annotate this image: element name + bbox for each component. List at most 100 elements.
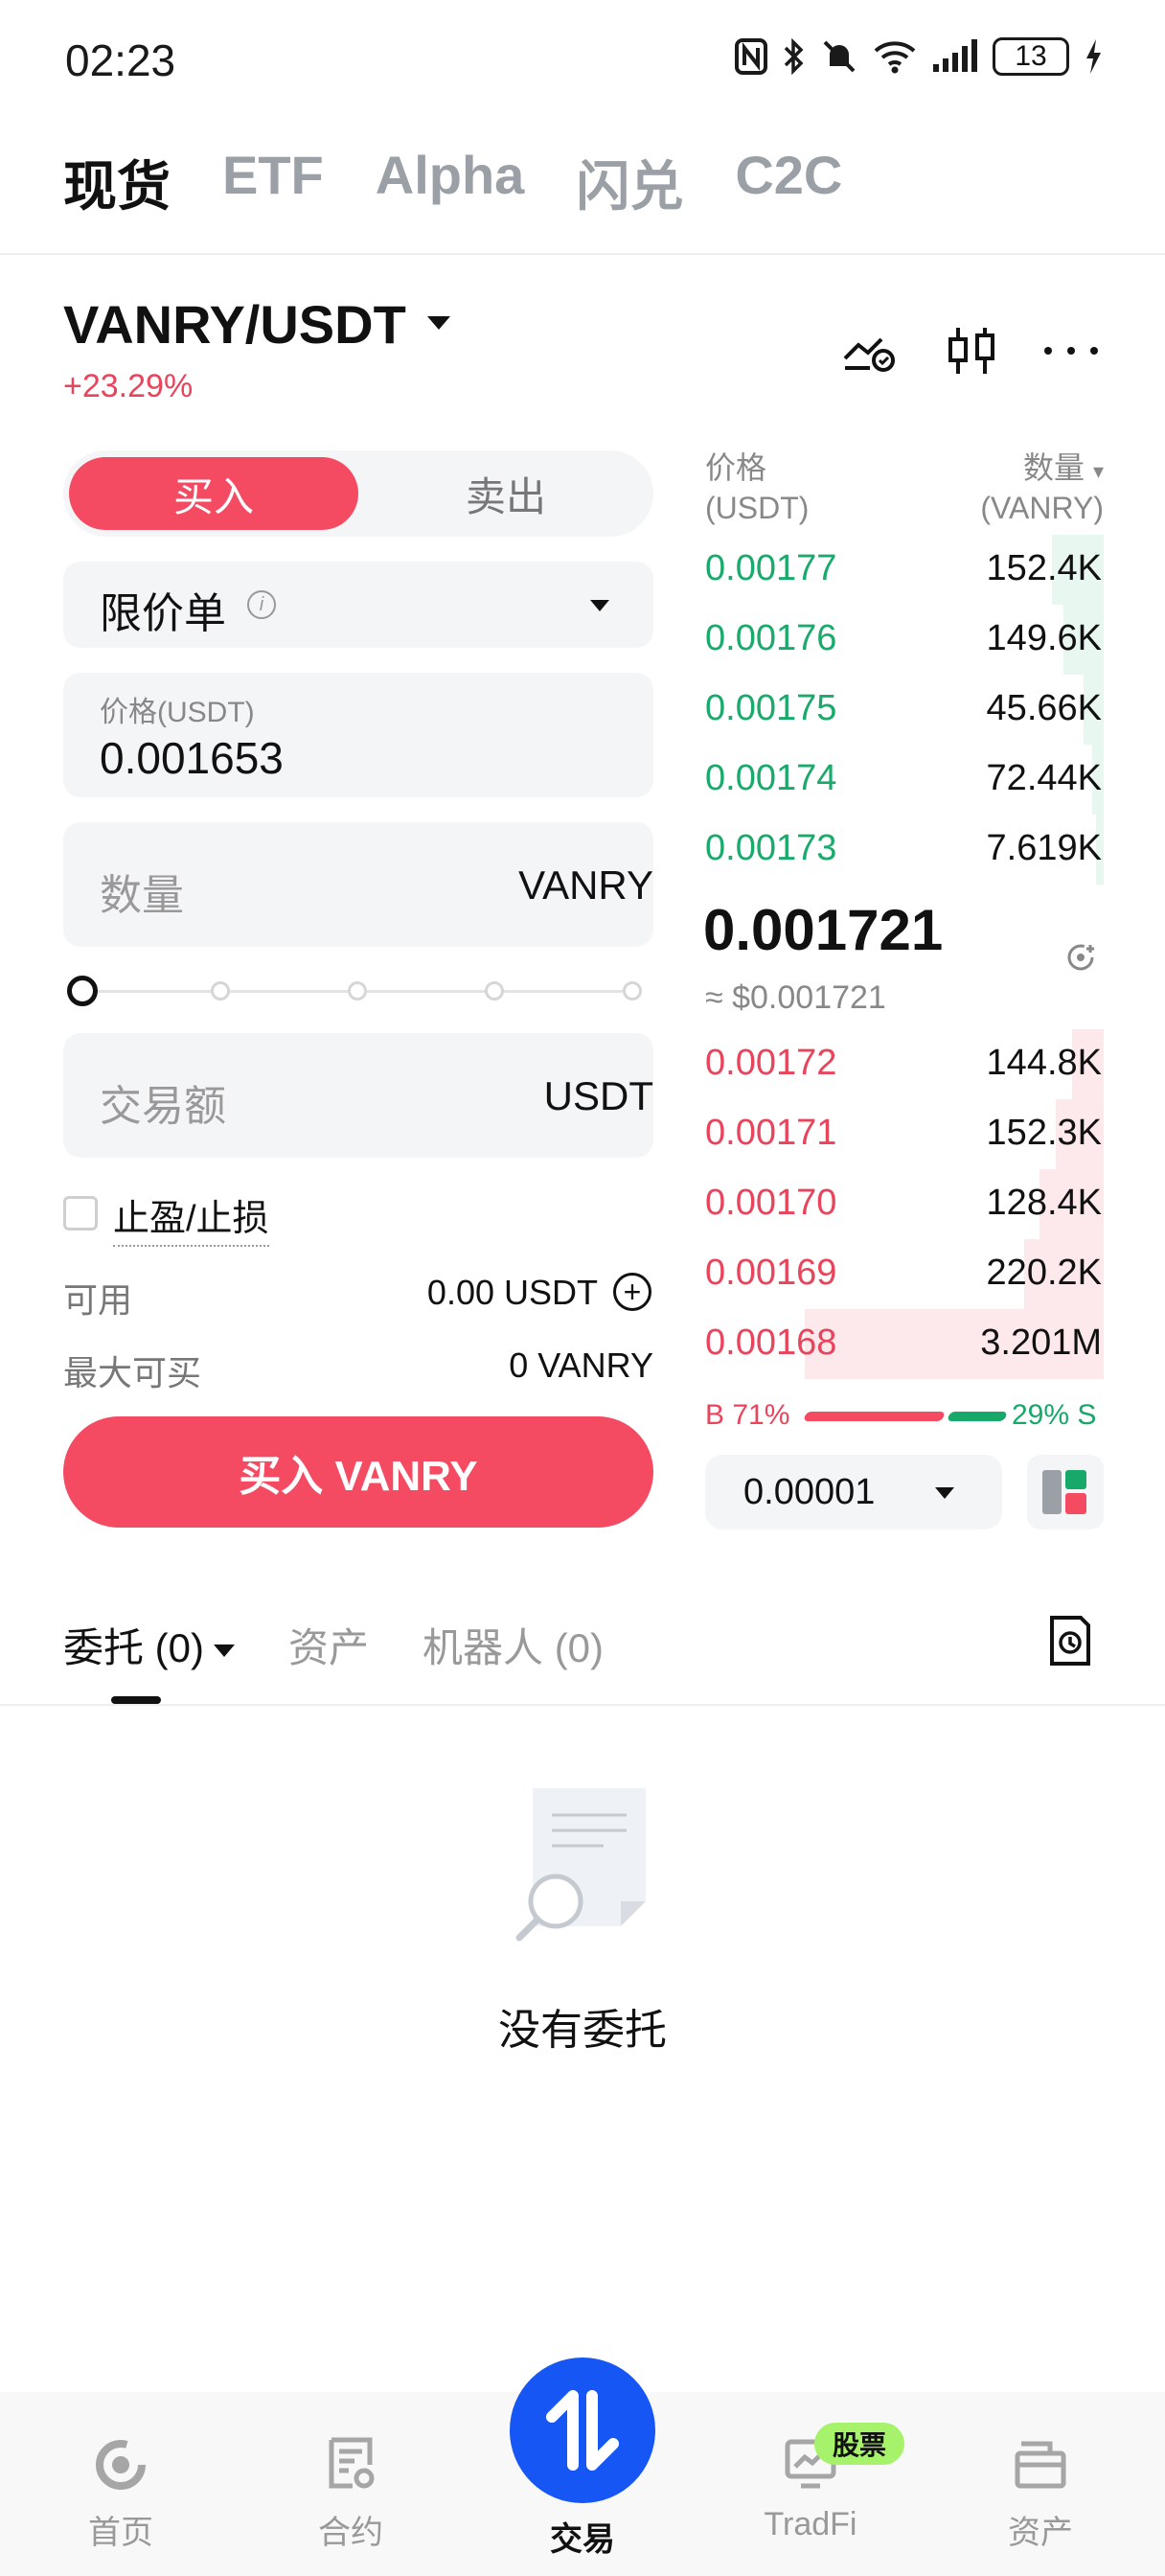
tpsl-label[interactable]: 止盈/止损	[113, 1188, 269, 1247]
mute-bell-icon	[823, 40, 856, 73]
orderbook-price: 0.00171	[705, 1113, 837, 1153]
orderbook-ask-row[interactable]: 0.00176 149.6K	[705, 605, 1104, 675]
buy-ratio: B 71%	[705, 1399, 790, 1431]
nav-assets[interactable]: 资产	[954, 2434, 1127, 2553]
status-icons: 13	[734, 33, 1104, 80]
slider-step[interactable]	[623, 981, 642, 1000]
tick-size-value: 0.00001	[743, 1472, 876, 1512]
top-tab-bar: 现货 ETF Alpha 闪兑 C2C	[63, 144, 842, 221]
tpsl-checkbox[interactable]	[63, 1196, 98, 1230]
slider-step[interactable]	[485, 981, 504, 1000]
tab-c2c[interactable]: C2C	[735, 144, 842, 221]
orders-divider	[0, 1704, 1165, 1706]
tab-assets[interactable]: 资产	[288, 1616, 369, 1674]
wallet-icon	[1015, 2441, 1066, 2489]
available-label: 可用	[63, 1280, 133, 1320]
orderbook-qty-header[interactable]: 数量 ▾ (VANRY)	[980, 448, 1104, 528]
charging-icon	[1086, 39, 1101, 74]
amount-unit: USDT	[543, 1073, 653, 1118]
available-value: 0.00 USDT	[426, 1273, 598, 1312]
deposit-plus-icon[interactable]: +	[613, 1273, 651, 1311]
order-type-label: 限价单	[100, 590, 226, 637]
tab-etf[interactable]: ETF	[222, 144, 324, 221]
orderbook-qty: 72.44K	[986, 758, 1102, 798]
slider-step[interactable]	[211, 981, 230, 1000]
orderbook-price: 0.00168	[705, 1322, 837, 1363]
orderbook-price: 0.00169	[705, 1253, 837, 1293]
tab-bots[interactable]: 机器人 (0)	[423, 1616, 604, 1674]
quantity-placeholder: 数量	[100, 872, 184, 919]
orderbook-qty: 7.619K	[986, 828, 1102, 868]
amount-placeholder: 交易额	[100, 1083, 226, 1130]
slider-step[interactable]	[348, 981, 367, 1000]
orderbook-ask-row[interactable]: 0.00175 45.66K	[705, 675, 1104, 745]
sell-ratio-bar	[947, 1412, 1008, 1421]
price-alert-icon[interactable]	[1065, 941, 1098, 974]
orderbook-price: 0.00170	[705, 1183, 837, 1223]
nav-home[interactable]: 首页	[34, 2434, 207, 2553]
trend-alert-icon[interactable]	[841, 322, 899, 380]
last-price-usd: ≈ $0.001721	[705, 979, 886, 1016]
bluetooth-icon	[784, 37, 804, 76]
wifi-icon	[874, 41, 916, 74]
orderbook-price: 0.00177	[705, 548, 837, 588]
price-value[interactable]: 0.001653	[100, 732, 284, 784]
info-icon[interactable]: i	[247, 590, 276, 619]
orderbook-qty: 144.8K	[986, 1043, 1102, 1083]
orderbook-layout-button[interactable]	[1027, 1455, 1104, 1530]
signal-icon	[933, 39, 977, 72]
orderbook-price: 0.00175	[705, 688, 837, 728]
orderbook-qty: 149.6K	[986, 618, 1102, 658]
orderbook-bid-row[interactable]: 0.00170 128.4K	[705, 1169, 1104, 1239]
order-history-icon[interactable]	[1046, 1614, 1094, 1668]
orderbook-qty: 128.4K	[986, 1183, 1102, 1223]
orderbook-bid-row[interactable]: 0.00168 3.201M	[705, 1309, 1104, 1379]
nav-trade-button[interactable]	[510, 2358, 655, 2503]
chevron-down-icon	[590, 600, 609, 611]
more-options-icon[interactable]	[1042, 322, 1100, 380]
orderbook-price: 0.00173	[705, 828, 837, 868]
chevron-down-icon[interactable]	[427, 316, 450, 330]
candlestick-chart-icon[interactable]	[943, 322, 1000, 380]
slider-handle[interactable]	[67, 976, 98, 1006]
orderbook-bid-row[interactable]: 0.00169 220.2K	[705, 1239, 1104, 1309]
futures-icon	[329, 2437, 375, 2489]
chevron-down-icon	[935, 1487, 954, 1499]
chevron-down-icon	[214, 1644, 236, 1658]
pair-selector[interactable]: VANRY/USDT	[63, 293, 406, 356]
empty-state-text: 没有委托	[498, 2007, 667, 2054]
orderbook-ask-row[interactable]: 0.00173 7.619K	[705, 815, 1104, 885]
orderbook-price-header: 价格 (USDT)	[705, 450, 810, 525]
orderbook-qty: 152.4K	[986, 548, 1102, 588]
tab-spot[interactable]: 现货	[63, 144, 171, 221]
sell-tab[interactable]: 卖出	[362, 457, 650, 530]
status-time: 02:23	[65, 35, 176, 85]
orderbook-layout-icon	[1042, 1470, 1086, 1514]
orderbook-ask-row[interactable]: 0.00177 152.4K	[705, 535, 1104, 605]
quantity-unit: VANRY	[518, 862, 653, 908]
max-buy-value: 0 VANRY	[509, 1346, 653, 1385]
orderbook-qty: 152.3K	[986, 1113, 1102, 1153]
orderbook-price: 0.00172	[705, 1043, 837, 1083]
orderbook-qty: 45.66K	[986, 688, 1102, 728]
tab-convert[interactable]: 闪兑	[576, 144, 683, 221]
home-icon	[96, 2440, 146, 2490]
active-tab-indicator	[111, 1696, 161, 1704]
battery-icon: 13	[993, 37, 1069, 76]
buy-submit-button[interactable]: 买入 VANRY	[63, 1416, 653, 1528]
orderbook-ask-row[interactable]: 0.00174 72.44K	[705, 745, 1104, 815]
header-divider	[0, 253, 1165, 255]
tab-alpha[interactable]: Alpha	[376, 144, 525, 221]
orders-tab-bar: 委托 (0) 资产 机器人 (0)	[63, 1616, 604, 1674]
orderbook-price: 0.00174	[705, 758, 837, 798]
tab-open-orders[interactable]: 委托 (0)	[63, 1616, 236, 1674]
nav-label: 首页	[88, 2515, 153, 2551]
nfc-icon	[735, 38, 767, 75]
nav-futures[interactable]: 合约	[264, 2434, 437, 2553]
nav-label: 合约	[318, 2515, 383, 2551]
swap-arrows-icon	[546, 2390, 619, 2471]
buy-tab[interactable]: 买入	[69, 457, 358, 530]
orderbook-bid-row[interactable]: 0.00171 152.3K	[705, 1099, 1104, 1169]
orderbook-bid-row[interactable]: 0.00172 144.8K	[705, 1029, 1104, 1099]
orderbook-qty: 3.201M	[980, 1322, 1102, 1363]
